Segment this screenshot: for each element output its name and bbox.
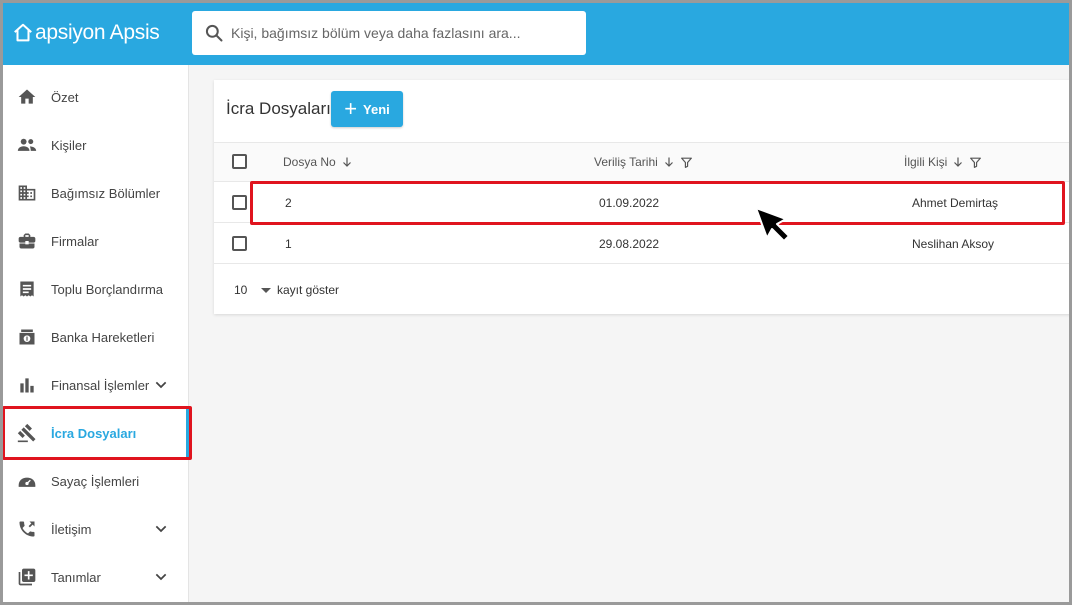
receipt-icon — [17, 279, 37, 299]
sidebar-item-label: Banka Hareketleri — [51, 329, 155, 345]
sidebar-item-label: Tanımlar — [51, 569, 101, 585]
logo-text: apsiyon Apsis — [35, 21, 160, 44]
filter-icon[interactable] — [680, 156, 693, 169]
new-button[interactable]: + Yeni — [331, 91, 403, 127]
cell-ilgili-kisi: Neslihan Aksoy — [912, 237, 995, 251]
row-checkbox[interactable] — [232, 195, 247, 210]
sidebar: Özet Kişiler Bağımsız Bölümler Firmalar … — [3, 65, 189, 602]
column-header-dosya-no[interactable]: Dosya No — [283, 155, 353, 169]
bar-chart-icon — [17, 375, 37, 395]
row-checkbox[interactable] — [232, 236, 247, 251]
pagination-bar: 10 kayıt göster — [214, 266, 1072, 314]
briefcase-icon — [17, 231, 37, 251]
highlight-box-nav — [2, 406, 192, 460]
sidebar-item-label: Bağımsız Bölümler — [51, 185, 161, 201]
cell-verilis-tarihi: 29.08.2022 — [599, 237, 660, 251]
meter-icon — [17, 471, 37, 491]
app-logo[interactable]: apsiyon Apsis — [12, 18, 160, 48]
chevron-down-icon[interactable] — [153, 521, 169, 537]
sidebar-item-label: Sayaç İşlemleri — [51, 473, 140, 489]
sort-arrow-down-icon[interactable] — [341, 156, 353, 168]
sidebar-item-label: Özet — [51, 89, 79, 105]
column-label: Veriliş Tarihi — [594, 155, 658, 169]
column-header-verilis-tarihi[interactable]: Veriliş Tarihi — [594, 155, 693, 169]
add-box-icon — [17, 567, 37, 587]
column-header-ilgili-kisi[interactable]: İlgili Kişi — [904, 155, 982, 169]
cell-dosya-no: 1 — [285, 237, 292, 251]
table-row[interactable]: 1 29.08.2022 Neslihan Aksoy — [214, 223, 1072, 264]
sidebar-item-iletisim[interactable]: İletişim — [3, 505, 189, 553]
chevron-down-icon[interactable] — [153, 569, 169, 585]
building-icon — [17, 183, 37, 203]
sidebar-item-sayac-islemleri[interactable]: Sayaç İşlemleri — [3, 457, 189, 505]
mouse-cursor-icon — [755, 207, 790, 242]
plus-icon: + — [344, 96, 358, 121]
bank-icon — [17, 327, 37, 347]
page-size-value[interactable]: 10 — [234, 283, 247, 297]
column-label: Dosya No — [283, 155, 336, 169]
column-label: İlgili Kişi — [904, 155, 948, 169]
sidebar-item-kisiler[interactable]: Kişiler — [3, 121, 189, 169]
filter-icon[interactable] — [969, 156, 982, 169]
home-icon — [17, 87, 37, 107]
sidebar-item-toplu-borclandirma[interactable]: Toplu Borçlandırma — [3, 265, 189, 313]
table-header: Dosya No Veriliş Tarihi İlgili Kişi — [214, 142, 1072, 182]
sidebar-item-tanimlar[interactable]: Tanımlar — [3, 553, 189, 601]
sidebar-item-label: Firmalar — [51, 233, 99, 249]
sidebar-item-label: Toplu Borçlandırma — [51, 281, 163, 297]
people-icon — [17, 135, 37, 155]
sidebar-item-label: İletişim — [51, 521, 92, 537]
search-icon — [205, 24, 223, 42]
sidebar-item-label: Kişiler — [51, 137, 87, 153]
dropdown-caret-icon[interactable] — [261, 288, 271, 293]
sidebar-item-banka-hareketleri[interactable]: Banka Hareketleri — [3, 313, 189, 361]
sidebar-item-finansal-islemler[interactable]: Finansal İşlemler — [3, 361, 189, 409]
search-box[interactable] — [192, 11, 586, 55]
sort-arrow-down-icon[interactable] — [663, 156, 675, 168]
sidebar-item-ozet[interactable]: Özet — [3, 73, 189, 121]
sidebar-item-label: Finansal İşlemler — [51, 377, 150, 393]
search-input[interactable] — [231, 11, 586, 55]
chevron-down-icon[interactable] — [153, 377, 169, 393]
house-outline-icon — [14, 23, 32, 42]
sidebar-item-bagimsiz-bolumler[interactable]: Bağımsız Bölümler — [3, 169, 189, 217]
select-all-checkbox[interactable] — [232, 154, 247, 169]
top-header: apsiyon Apsis — [0, 0, 1072, 65]
highlight-box-row — [250, 181, 1065, 225]
new-button-label: Yeni — [363, 101, 390, 117]
phone-icon — [17, 519, 37, 539]
page-size-label: kayıt göster — [277, 283, 340, 297]
page-title: İcra Dosyaları — [226, 99, 331, 118]
sort-arrow-down-icon[interactable] — [952, 156, 964, 168]
sidebar-item-firmalar[interactable]: Firmalar — [3, 217, 189, 265]
